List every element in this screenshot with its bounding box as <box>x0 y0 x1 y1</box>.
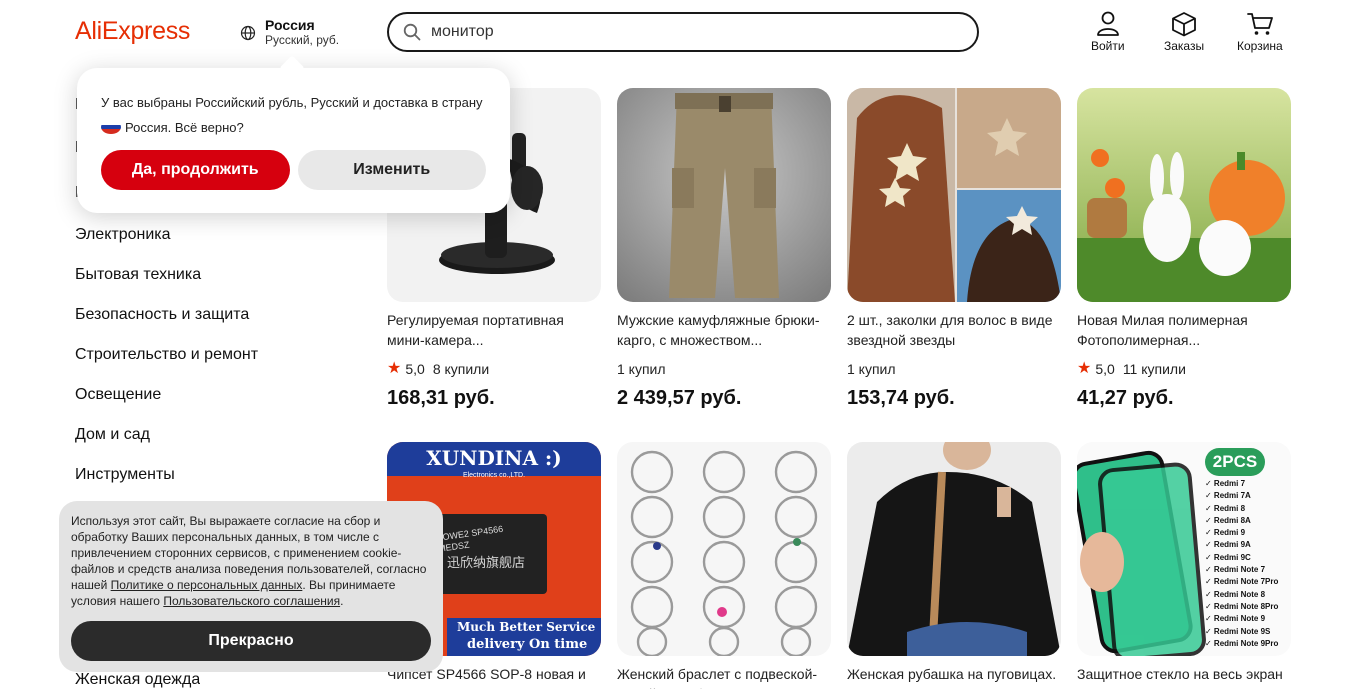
star-icon: ★ <box>387 360 402 377</box>
header: AliExpress Россия Русский, руб. Войти <box>0 0 1366 66</box>
glass-badge: 2PCS <box>1205 448 1265 476</box>
product-price: 168,31 руб. <box>387 387 495 409</box>
box-icon <box>1172 12 1196 37</box>
category-item[interactable]: Инструменты <box>75 455 355 495</box>
region-confirm-popup: У вас выбраны Российский рубль, Русский … <box>77 68 510 213</box>
cart-button[interactable]: Корзина <box>1237 10 1283 53</box>
product-price: 2 439,57 руб. <box>617 387 742 409</box>
product-title: Защитное стекло на весь экран для Xiaomi… <box>1077 666 1283 689</box>
login-label: Войти <box>1091 39 1125 53</box>
orders-button[interactable]: Заказы <box>1164 10 1204 53</box>
product-image <box>617 442 831 656</box>
product-price: 153,74 руб. <box>847 387 955 409</box>
product-image <box>617 88 831 302</box>
product-title: Женский браслет с подвеской-змеей, сереб… <box>617 666 818 689</box>
category-item[interactable]: Бытовая техника <box>75 255 355 295</box>
chip-banner-delivery: delivery On time <box>467 637 588 652</box>
product-sold: 11 купили <box>1122 361 1186 377</box>
product-card[interactable]: Новая Милая полимерная Фотополимерная...… <box>1077 88 1291 410</box>
product-rating: 5,0 <box>1095 361 1115 377</box>
product-image: 2PCS ✓ Redmi 7 ✓ Redmi 7A ✓ Redmi 8 ✓ Redmi… <box>1077 442 1291 656</box>
popup-message-text: У вас выбраны Российский рубль, Русский … <box>101 95 483 110</box>
product-sold: 1 купил <box>847 361 896 377</box>
product-image <box>847 88 1061 302</box>
cookie-text-part3: . <box>340 594 344 608</box>
product-price: 41,27 руб. <box>1077 387 1174 409</box>
chip-banner-service: Much Better Service <box>457 620 596 634</box>
product-title: Новая Милая полимерная Фотополимерная... <box>1077 312 1248 348</box>
popup-message: У вас выбраны Российский рубль, Русский … <box>101 90 486 140</box>
category-item[interactable]: Безопасность и защита <box>75 295 355 335</box>
glass-model-item: ✓ Redmi 8 <box>1205 503 1246 513</box>
globe-icon <box>240 25 256 41</box>
glass-model-item: ✓ Redmi 7 <box>1205 479 1246 488</box>
chip-brand: XUNDINA :) <box>426 446 562 470</box>
chip-brand-sub: Electronics co.,LTD. <box>462 472 526 479</box>
russia-flag-icon <box>101 120 121 134</box>
product-sold: 8 купили <box>432 361 490 377</box>
user-icon <box>1096 11 1119 36</box>
cookie-consent-banner: Используя этот сайт, Вы выражаете соглас… <box>59 501 443 672</box>
glass-model-item: ✓ Redmi 8A <box>1205 515 1251 525</box>
aliexpress-logo[interactable]: AliExpress <box>75 17 190 46</box>
category-item[interactable]: Строительство и ремонт <box>75 335 355 375</box>
category-item[interactable]: Дом и сад <box>75 415 355 455</box>
product-image <box>847 442 1061 656</box>
glass-model-item: ✓ Redmi Note 7 <box>1205 565 1266 575</box>
product-title: 2 шт., заколки для волос в виде звездной… <box>847 312 1053 348</box>
product-title: Регулируемая портативная мини-камера... <box>387 312 564 348</box>
product-card[interactable]: Женская рубашка на пуговицах. Повседневн… <box>847 442 1061 689</box>
popup-message-country: Россия. Всё верно? <box>125 120 244 135</box>
cart-label: Корзина <box>1237 39 1283 53</box>
search-bar[interactable] <box>387 12 979 52</box>
region-text: Россия Русский, руб. <box>265 17 339 47</box>
popup-buttons: Да, продолжить Изменить <box>101 150 486 190</box>
category-item[interactable]: Освещение <box>75 375 355 415</box>
confirm-region-button[interactable]: Да, продолжить <box>101 150 290 190</box>
product-title: Мужские камуфляжные брюки-карго, с множе… <box>617 312 820 348</box>
glass-model-item: ✓ Redmi 9A <box>1205 540 1251 550</box>
product-meta: 1 купил <box>847 359 1061 379</box>
glass-model-item: ✓ Redmi Note 7Pro <box>1205 577 1279 587</box>
region-language-currency: Русский, руб. <box>265 33 340 47</box>
privacy-policy-link[interactable]: Политике о персональных данных <box>111 578 303 592</box>
category-item[interactable]: Электроника <box>75 215 355 255</box>
product-meta: ★ 5,0 11 купили <box>1077 359 1291 379</box>
product-card[interactable]: Женский браслет с подвеской-змеей, сереб… <box>617 442 831 689</box>
star-icon: ★ <box>1077 360 1092 377</box>
region-selector[interactable]: Россия Русский, руб. <box>240 17 339 47</box>
product-card[interactable]: 2 шт., заколки для волос в виде звездной… <box>847 88 1061 410</box>
glass-model-item: ✓ Redmi Note 9S <box>1205 626 1271 636</box>
product-image <box>1077 88 1291 302</box>
orders-label: Заказы <box>1164 39 1205 53</box>
user-agreement-link[interactable]: Пользовательского соглашения <box>163 594 340 608</box>
cart-icon <box>1246 13 1273 35</box>
glass-model-item: ✓ Redmi Note 8 <box>1205 589 1266 599</box>
glass-model-item: ✓ Redmi Note 9 <box>1205 614 1266 624</box>
product-meta: 1 купил <box>617 359 831 379</box>
glass-model-list: ✓ Redmi 7 ✓ Redmi 7A ✓ Redmi 8 ✓ Redmi 8A ✓ … <box>1205 478 1291 650</box>
cookie-text: Используя этот сайт, Вы выражаете соглас… <box>71 513 431 609</box>
product-rating: 5,0 <box>405 361 425 377</box>
glass-model-item: ✓ Redmi 7A <box>1205 491 1251 501</box>
change-region-button[interactable]: Изменить <box>297 150 486 190</box>
accept-cookies-button[interactable]: Прекрасно <box>71 621 431 661</box>
search-icon <box>403 23 421 41</box>
product-meta: ★ 5,0 8 купили <box>387 359 601 379</box>
product-card[interactable]: Мужские камуфляжные брюки-карго, с множе… <box>617 88 831 410</box>
glass-model-item: ✓ Redmi Note 8Pro <box>1205 601 1279 611</box>
glass-model-item: ✓ Redmi 9 <box>1205 528 1246 538</box>
glass-model-item: ✓ Redmi 9C <box>1205 552 1251 562</box>
product-title: Женская рубашка на пуговицах. Повседневн… <box>847 666 1057 689</box>
login-button[interactable]: Войти <box>1091 10 1125 53</box>
chip-store-watermark: 迅欣纳旗舰店 <box>447 555 526 570</box>
region-country: Россия <box>265 17 315 33</box>
product-sold: 1 купил <box>617 361 666 377</box>
search-input[interactable] <box>431 23 951 41</box>
glass-model-item: ✓ Redmi Note 9Pro <box>1205 638 1279 648</box>
product-card[interactable]: 2PCS ✓ Redmi 7 ✓ Redmi 7A ✓ Redmi 8 ✓ Redmi… <box>1077 442 1291 689</box>
